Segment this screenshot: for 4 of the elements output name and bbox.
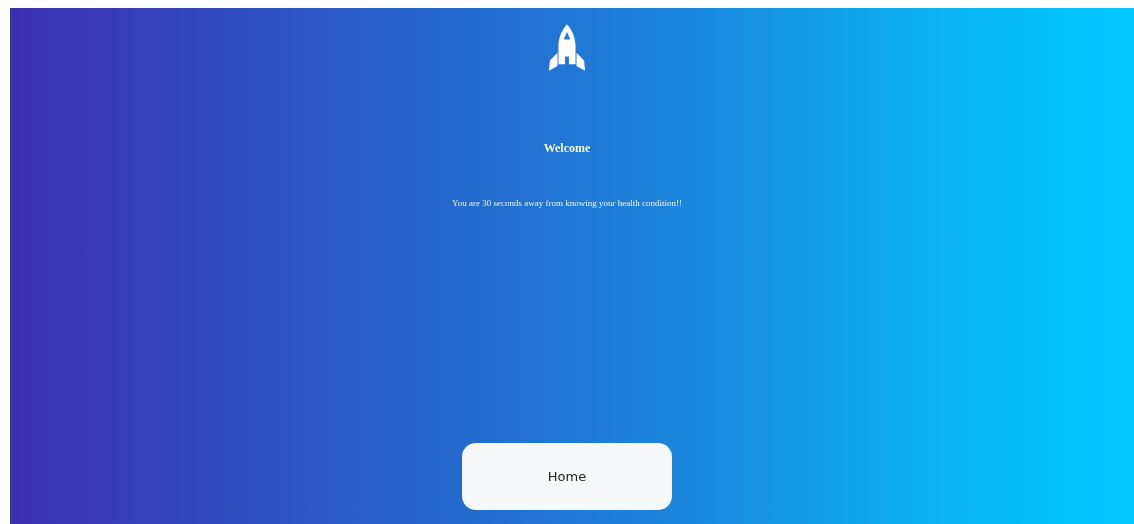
welcome-heading: Welcome: [543, 141, 591, 156]
home-button[interactable]: Home: [462, 443, 672, 510]
welcome-message: You are 30 seconds away from knowing your health condition!!: [452, 198, 682, 208]
rocket-icon: [548, 24, 586, 74]
